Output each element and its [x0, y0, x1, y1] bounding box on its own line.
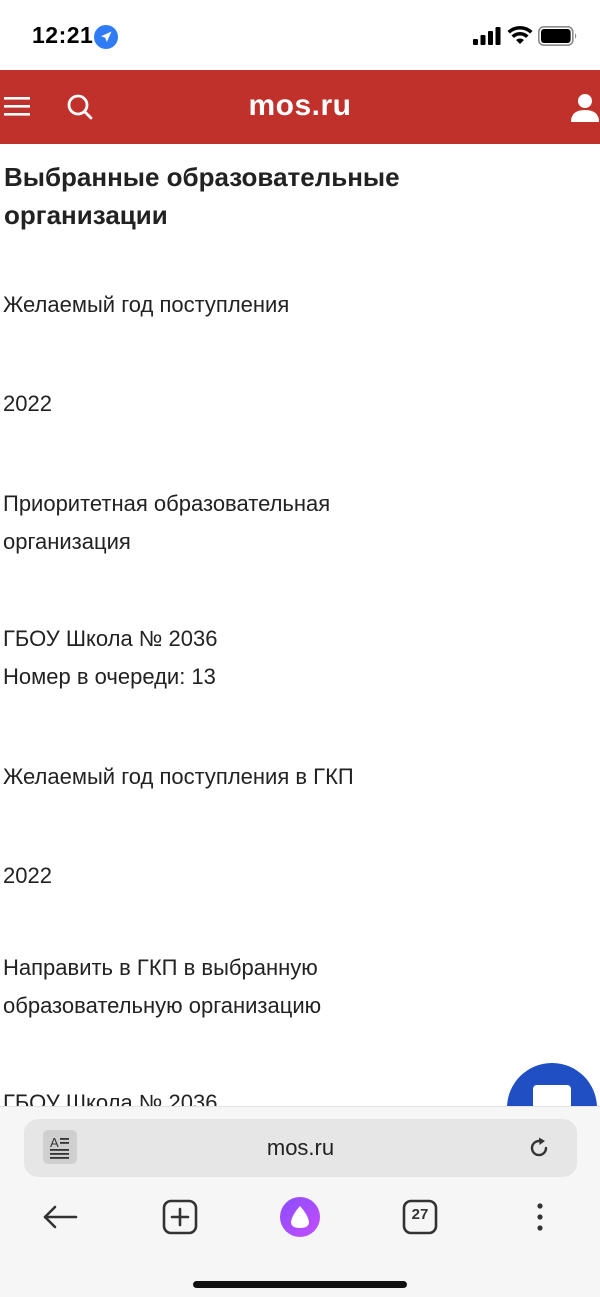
- page-content: Выбранные образовательные организации Же…: [0, 144, 600, 1106]
- queue-number: Номер в очереди: 13: [3, 664, 216, 689]
- back-arrow-icon[interactable]: [38, 1195, 82, 1239]
- page-title: Выбранные образовательные организации: [4, 162, 400, 230]
- browser-toolbar: A mos.ru 27: [0, 1106, 600, 1297]
- label-priority-organization: Приоритетная образовательная организация: [3, 491, 331, 554]
- voice-assistant-icon[interactable]: [278, 1195, 322, 1239]
- home-indicator[interactable]: [193, 1281, 407, 1288]
- user-profile-icon[interactable]: [570, 92, 600, 122]
- value-priority-organization: ГБОУ Школа № 2036: [3, 626, 218, 651]
- brand-logo[interactable]: mos.ru: [0, 89, 600, 123]
- address-url: mos.ru: [266, 1135, 335, 1160]
- page: 12:21 mos.ru Выбранные образовательные о…: [0, 0, 600, 1297]
- site-header: mos.ru: [0, 70, 600, 144]
- more-menu-icon[interactable]: [518, 1195, 562, 1239]
- location-arrow-icon: [94, 25, 118, 49]
- tabs-count: 27: [411, 1206, 429, 1223]
- label-desired-year-gkp: Желаемый год поступления в ГКП: [3, 764, 354, 789]
- cellular-signal-icon: [473, 27, 501, 45]
- label-send-to-gkp: Направить в ГКП в выбранную образователь…: [3, 955, 322, 1018]
- address-bar[interactable]: A mos.ru: [24, 1119, 577, 1177]
- browser-nav-row: 27: [0, 1189, 600, 1249]
- wifi-icon: [507, 25, 533, 44]
- status-time: 12:21: [32, 22, 94, 48]
- battery-icon: [538, 26, 577, 46]
- value-desired-year-gkp: 2022: [3, 863, 52, 888]
- label-desired-year: Желаемый год поступления: [3, 292, 290, 317]
- value-desired-year: 2022: [3, 391, 52, 416]
- new-tab-icon[interactable]: [158, 1195, 202, 1239]
- value-gkp-organization: ГБОУ Школа № 2036: [3, 1090, 218, 1106]
- status-bar: 12:21: [0, 0, 600, 70]
- reload-icon[interactable]: [526, 1135, 552, 1161]
- tabs-button[interactable]: 27: [398, 1195, 442, 1239]
